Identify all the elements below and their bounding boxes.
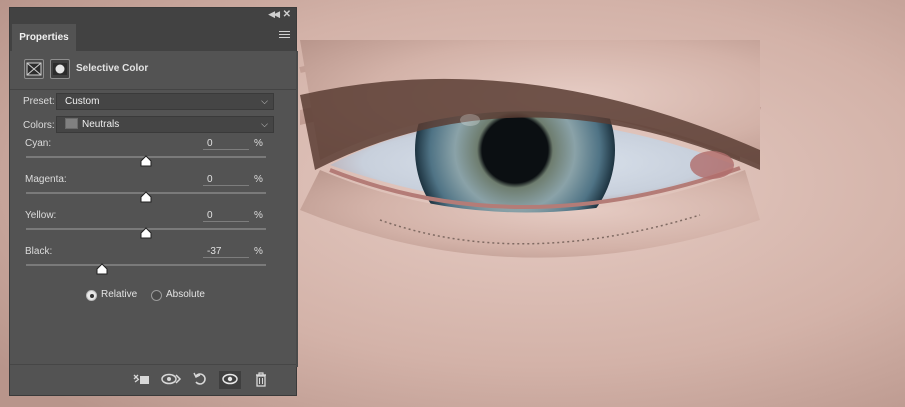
method-radio-group: Relative Absolute (10, 288, 296, 304)
percent-unit: % (254, 174, 263, 185)
colors-value: Neutrals (82, 119, 120, 130)
color-swatch (65, 118, 78, 129)
slider-label: Magenta: (25, 174, 67, 185)
slider-value-field[interactable]: 0 (203, 209, 249, 222)
percent-unit: % (254, 246, 263, 257)
slider-label: Cyan: (25, 138, 52, 149)
panel-scroll-gutter (296, 51, 298, 367)
relative-radio[interactable] (86, 290, 97, 301)
double-chevron-left-icon[interactable]: ◀◀ (268, 8, 280, 21)
percent-unit: % (254, 210, 263, 221)
view-previous-state-icon[interactable] (160, 371, 182, 389)
hamburger-menu-icon[interactable] (279, 31, 290, 40)
selective-color-adjustment-icon[interactable] (24, 59, 44, 79)
panel-topbar: ◀◀ ✕ (10, 8, 296, 21)
slider-track[interactable] (26, 227, 266, 239)
preset-label: Preset: (23, 96, 55, 107)
percent-unit: % (254, 138, 263, 149)
reset-icon[interactable] (189, 371, 211, 389)
colors-label: Colors: (23, 120, 55, 131)
slider-value-field[interactable]: 0 (203, 173, 249, 186)
adjustment-header: Selective Color (10, 51, 296, 90)
absolute-label: Absolute (166, 289, 205, 300)
slider-value-field[interactable]: 0 (203, 137, 249, 150)
slider-track[interactable] (26, 191, 266, 203)
panel-tab-bar: Properties (10, 21, 296, 51)
slider-value-field[interactable]: -37 (203, 245, 249, 258)
adjustment-title: Selective Color (76, 63, 149, 74)
properties-panel: ◀◀ ✕ Properties Selective Color Preset: … (9, 7, 298, 396)
absolute-radio[interactable] (151, 290, 162, 301)
clip-to-layer-icon[interactable] (130, 371, 152, 389)
preset-value: Custom (65, 96, 100, 107)
close-icon[interactable]: ✕ (283, 8, 291, 21)
chevron-down-icon: ⌵ (261, 96, 268, 106)
layer-mask-icon[interactable] (50, 59, 70, 79)
trash-icon[interactable] (250, 371, 272, 389)
slider-label: Black: (25, 246, 53, 257)
slider-track[interactable] (26, 155, 266, 167)
eye-icon[interactable] (219, 371, 241, 389)
panel-bottom-toolbar (10, 364, 296, 395)
relative-label: Relative (101, 289, 138, 300)
slider-label: Yellow: (25, 210, 57, 221)
chevron-down-icon: ⌵ (261, 119, 268, 129)
preset-dropdown[interactable]: Custom ⌵ (56, 93, 274, 110)
tab-properties[interactable]: Properties (12, 24, 76, 51)
slider-track[interactable] (26, 263, 266, 275)
colors-dropdown[interactable]: Neutrals ⌵ (56, 116, 274, 133)
